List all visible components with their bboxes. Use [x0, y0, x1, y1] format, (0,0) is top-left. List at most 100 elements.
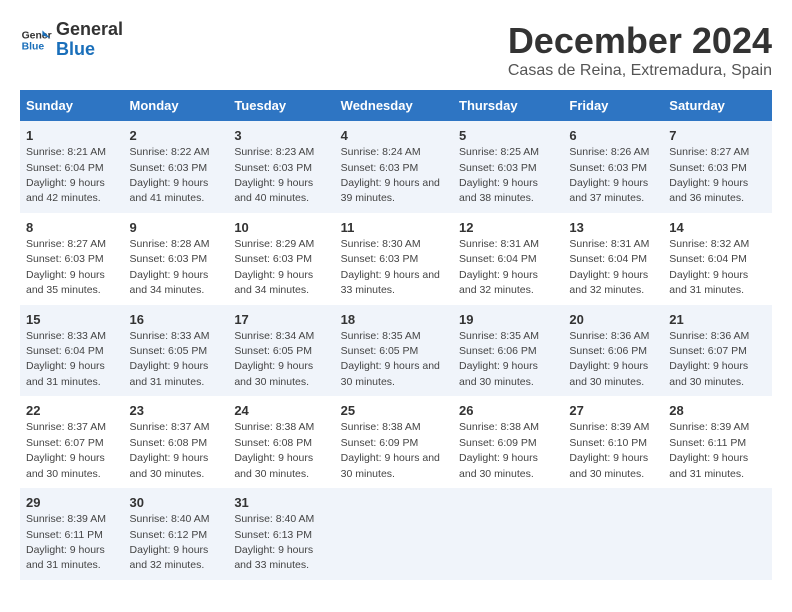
- table-cell: 27Sunrise: 8:39 AMSunset: 6:10 PMDayligh…: [563, 396, 663, 488]
- table-cell: 15Sunrise: 8:33 AMSunset: 6:04 PMDayligh…: [20, 305, 124, 397]
- header-row: Sunday Monday Tuesday Wednesday Thursday…: [20, 90, 772, 121]
- day-number: 19: [459, 311, 557, 329]
- day-number: 4: [341, 127, 447, 145]
- table-cell: 17Sunrise: 8:34 AMSunset: 6:05 PMDayligh…: [228, 305, 334, 397]
- day-info: Sunrise: 8:33 AMSunset: 6:05 PMDaylight:…: [130, 330, 210, 388]
- day-info: Sunrise: 8:40 AMSunset: 6:13 PMDaylight:…: [234, 513, 314, 571]
- day-info: Sunrise: 8:38 AMSunset: 6:09 PMDaylight:…: [459, 421, 539, 479]
- day-info: Sunrise: 8:37 AMSunset: 6:08 PMDaylight:…: [130, 421, 210, 479]
- day-info: Sunrise: 8:32 AMSunset: 6:04 PMDaylight:…: [669, 238, 749, 296]
- table-cell: 30Sunrise: 8:40 AMSunset: 6:12 PMDayligh…: [124, 488, 229, 580]
- day-info: Sunrise: 8:40 AMSunset: 6:12 PMDaylight:…: [130, 513, 210, 571]
- table-cell: 1Sunrise: 8:21 AMSunset: 6:04 PMDaylight…: [20, 121, 124, 213]
- table-cell: 4Sunrise: 8:24 AMSunset: 6:03 PMDaylight…: [335, 121, 453, 213]
- table-cell: 7Sunrise: 8:27 AMSunset: 6:03 PMDaylight…: [663, 121, 772, 213]
- day-number: 28: [669, 402, 766, 420]
- day-number: 27: [569, 402, 657, 420]
- day-number: 10: [234, 219, 328, 237]
- day-number: 8: [26, 219, 118, 237]
- day-info: Sunrise: 8:24 AMSunset: 6:03 PMDaylight:…: [341, 146, 440, 204]
- table-cell: [663, 488, 772, 580]
- header-friday: Friday: [563, 90, 663, 121]
- day-number: 21: [669, 311, 766, 329]
- day-info: Sunrise: 8:21 AMSunset: 6:04 PMDaylight:…: [26, 146, 106, 204]
- calendar-table: Sunday Monday Tuesday Wednesday Thursday…: [20, 90, 772, 580]
- title-section: December 2024 Casas de Reina, Extremadur…: [508, 20, 772, 80]
- day-number: 6: [569, 127, 657, 145]
- calendar-header: Sunday Monday Tuesday Wednesday Thursday…: [20, 90, 772, 121]
- day-number: 11: [341, 219, 447, 237]
- day-number: 13: [569, 219, 657, 237]
- day-number: 20: [569, 311, 657, 329]
- table-cell: 9Sunrise: 8:28 AMSunset: 6:03 PMDaylight…: [124, 213, 229, 305]
- page-title: December 2024: [508, 20, 772, 62]
- day-number: 3: [234, 127, 328, 145]
- table-row: 8Sunrise: 8:27 AMSunset: 6:03 PMDaylight…: [20, 213, 772, 305]
- table-cell: 29Sunrise: 8:39 AMSunset: 6:11 PMDayligh…: [20, 488, 124, 580]
- table-row: 22Sunrise: 8:37 AMSunset: 6:07 PMDayligh…: [20, 396, 772, 488]
- calendar-body: 1Sunrise: 8:21 AMSunset: 6:04 PMDaylight…: [20, 121, 772, 580]
- day-number: 5: [459, 127, 557, 145]
- header-tuesday: Tuesday: [228, 90, 334, 121]
- table-cell: 23Sunrise: 8:37 AMSunset: 6:08 PMDayligh…: [124, 396, 229, 488]
- day-info: Sunrise: 8:39 AMSunset: 6:11 PMDaylight:…: [26, 513, 106, 571]
- day-number: 29: [26, 494, 118, 512]
- table-cell: 18Sunrise: 8:35 AMSunset: 6:05 PMDayligh…: [335, 305, 453, 397]
- header-sunday: Sunday: [20, 90, 124, 121]
- day-number: 25: [341, 402, 447, 420]
- table-cell: 11Sunrise: 8:30 AMSunset: 6:03 PMDayligh…: [335, 213, 453, 305]
- table-cell: 26Sunrise: 8:38 AMSunset: 6:09 PMDayligh…: [453, 396, 563, 488]
- table-cell: [563, 488, 663, 580]
- day-info: Sunrise: 8:36 AMSunset: 6:07 PMDaylight:…: [669, 330, 749, 388]
- table-cell: 5Sunrise: 8:25 AMSunset: 6:03 PMDaylight…: [453, 121, 563, 213]
- table-cell: 14Sunrise: 8:32 AMSunset: 6:04 PMDayligh…: [663, 213, 772, 305]
- logo: General Blue General Blue: [20, 20, 123, 60]
- day-info: Sunrise: 8:29 AMSunset: 6:03 PMDaylight:…: [234, 238, 314, 296]
- header-thursday: Thursday: [453, 90, 563, 121]
- day-number: 15: [26, 311, 118, 329]
- day-info: Sunrise: 8:35 AMSunset: 6:05 PMDaylight:…: [341, 330, 440, 388]
- table-cell: [453, 488, 563, 580]
- header-wednesday: Wednesday: [335, 90, 453, 121]
- table-cell: 22Sunrise: 8:37 AMSunset: 6:07 PMDayligh…: [20, 396, 124, 488]
- table-cell: 13Sunrise: 8:31 AMSunset: 6:04 PMDayligh…: [563, 213, 663, 305]
- table-cell: [335, 488, 453, 580]
- table-cell: 16Sunrise: 8:33 AMSunset: 6:05 PMDayligh…: [124, 305, 229, 397]
- day-info: Sunrise: 8:31 AMSunset: 6:04 PMDaylight:…: [459, 238, 539, 296]
- day-info: Sunrise: 8:22 AMSunset: 6:03 PMDaylight:…: [130, 146, 210, 204]
- header-monday: Monday: [124, 90, 229, 121]
- day-number: 9: [130, 219, 223, 237]
- table-cell: 24Sunrise: 8:38 AMSunset: 6:08 PMDayligh…: [228, 396, 334, 488]
- table-cell: 25Sunrise: 8:38 AMSunset: 6:09 PMDayligh…: [335, 396, 453, 488]
- table-row: 15Sunrise: 8:33 AMSunset: 6:04 PMDayligh…: [20, 305, 772, 397]
- day-info: Sunrise: 8:35 AMSunset: 6:06 PMDaylight:…: [459, 330, 539, 388]
- table-cell: 12Sunrise: 8:31 AMSunset: 6:04 PMDayligh…: [453, 213, 563, 305]
- day-info: Sunrise: 8:34 AMSunset: 6:05 PMDaylight:…: [234, 330, 314, 388]
- day-info: Sunrise: 8:28 AMSunset: 6:03 PMDaylight:…: [130, 238, 210, 296]
- table-row: 29Sunrise: 8:39 AMSunset: 6:11 PMDayligh…: [20, 488, 772, 580]
- day-info: Sunrise: 8:31 AMSunset: 6:04 PMDaylight:…: [569, 238, 649, 296]
- day-number: 30: [130, 494, 223, 512]
- day-info: Sunrise: 8:38 AMSunset: 6:09 PMDaylight:…: [341, 421, 440, 479]
- table-cell: 10Sunrise: 8:29 AMSunset: 6:03 PMDayligh…: [228, 213, 334, 305]
- header-saturday: Saturday: [663, 90, 772, 121]
- table-cell: 21Sunrise: 8:36 AMSunset: 6:07 PMDayligh…: [663, 305, 772, 397]
- table-cell: 28Sunrise: 8:39 AMSunset: 6:11 PMDayligh…: [663, 396, 772, 488]
- day-info: Sunrise: 8:27 AMSunset: 6:03 PMDaylight:…: [669, 146, 749, 204]
- day-number: 24: [234, 402, 328, 420]
- day-number: 2: [130, 127, 223, 145]
- day-number: 23: [130, 402, 223, 420]
- logo-text: General Blue: [56, 20, 123, 60]
- page-subtitle: Casas de Reina, Extremadura, Spain: [508, 62, 772, 80]
- day-number: 1: [26, 127, 118, 145]
- day-info: Sunrise: 8:27 AMSunset: 6:03 PMDaylight:…: [26, 238, 106, 296]
- day-number: 14: [669, 219, 766, 237]
- day-info: Sunrise: 8:36 AMSunset: 6:06 PMDaylight:…: [569, 330, 649, 388]
- day-info: Sunrise: 8:39 AMSunset: 6:11 PMDaylight:…: [669, 421, 749, 479]
- day-info: Sunrise: 8:37 AMSunset: 6:07 PMDaylight:…: [26, 421, 106, 479]
- table-row: 1Sunrise: 8:21 AMSunset: 6:04 PMDaylight…: [20, 121, 772, 213]
- table-cell: 6Sunrise: 8:26 AMSunset: 6:03 PMDaylight…: [563, 121, 663, 213]
- logo-icon: General Blue: [20, 24, 52, 56]
- day-number: 22: [26, 402, 118, 420]
- day-info: Sunrise: 8:33 AMSunset: 6:04 PMDaylight:…: [26, 330, 106, 388]
